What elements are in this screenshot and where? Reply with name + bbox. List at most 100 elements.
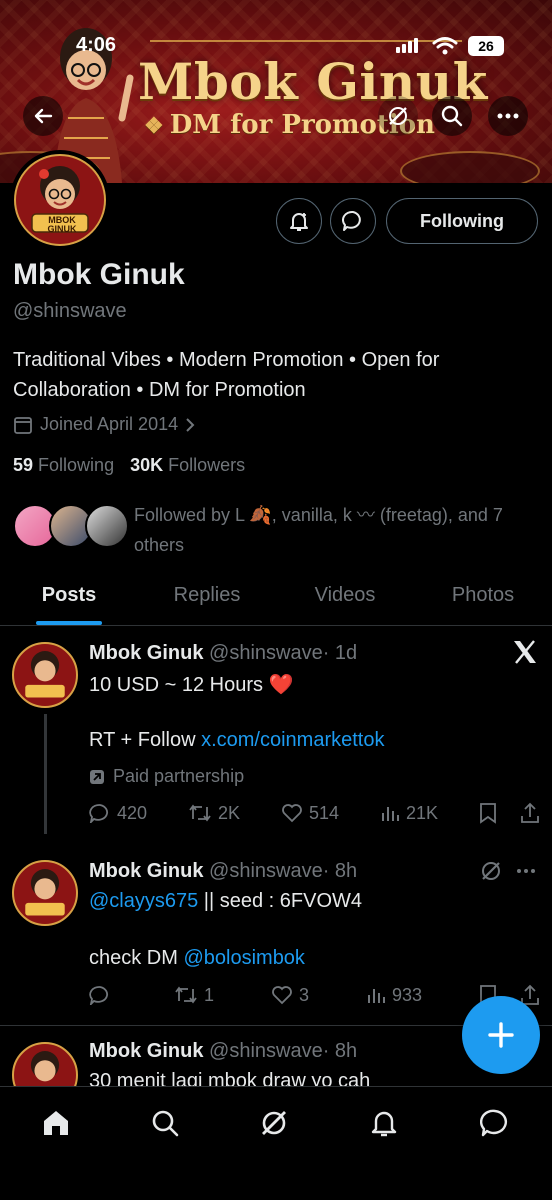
ornament-icon: ❖ (144, 113, 164, 139)
post-text-line: check DM @bolosimbok (89, 947, 305, 970)
followed-by-text: Followed by L 🍂, vanilla, k 〰 (freetag),… (134, 505, 503, 555)
bottom-navigation (0, 1086, 552, 1200)
post-time: · 8h (322, 860, 358, 882)
nav-notifications[interactable] (364, 1103, 404, 1143)
post-avatar[interactable] (12, 1042, 78, 1086)
status-time: 4:06 (76, 34, 117, 56)
followers-count-link[interactable]: 30K Followers (130, 455, 245, 476)
chat-bubble-icon (480, 1109, 507, 1137)
avatar-illustration (25, 651, 65, 698)
post-author-name[interactable]: Mbok Ginuk (89, 860, 203, 882)
chevron-right-icon (186, 417, 195, 432)
post-link[interactable]: x.com/coinmarkettok (201, 729, 384, 751)
heart-icon (282, 804, 302, 823)
joined-text: Joined April 2014 (40, 414, 179, 434)
post-text-line: 30 menit lagi mbok draw yo cah (89, 1070, 371, 1086)
paid-partnership-icon (90, 769, 104, 784)
tab-photos[interactable]: Photos (414, 570, 552, 625)
nav-home[interactable] (36, 1103, 76, 1143)
post-author-handle[interactable]: @shinswave (209, 1040, 323, 1062)
joined-date[interactable]: Joined April 2014 (13, 414, 195, 435)
grok-icon (389, 107, 407, 125)
repost-button[interactable]: 1 (174, 985, 214, 1006)
following-count: 59 (13, 455, 34, 475)
followers-count: 30K (130, 455, 164, 475)
post-header: Mbok Ginuk @shinswave· 8h (89, 1040, 357, 1063)
repost-button[interactable]: 2K (188, 803, 240, 824)
profile-avatar[interactable]: MBOK GINUK (10, 150, 110, 250)
paid-partnership-text: Paid partnership (113, 766, 245, 786)
post-item[interactable]: Mbok Ginuk @shinswave· 8h @clayys675 || … (0, 846, 552, 1026)
post-time: · 1d (322, 642, 358, 664)
avatar-illustration (30, 1051, 60, 1082)
search-icon (152, 1110, 179, 1137)
search-button[interactable] (432, 96, 472, 136)
repost-count: 1 (203, 984, 214, 1005)
nav-messages[interactable] (475, 1103, 515, 1143)
like-button[interactable]: 3 (271, 985, 309, 1006)
nav-search[interactable] (145, 1103, 185, 1143)
back-button[interactable] (23, 96, 63, 136)
post-avatar[interactable] (12, 860, 78, 926)
avatar (85, 504, 129, 548)
tab-replies[interactable]: Replies (138, 570, 276, 625)
battery-indicator: 26 (468, 36, 504, 56)
post-item[interactable]: Mbok Ginuk @shinswave· 1d 10 USD ~ 12 Ho… (0, 626, 552, 846)
bookmark-icon[interactable] (479, 802, 497, 824)
reply-count: 420 (117, 802, 148, 823)
more-icon[interactable] (516, 868, 536, 874)
compose-button[interactable] (462, 996, 540, 1074)
post-header: Mbok Ginuk @shinswave· 1d (89, 642, 357, 665)
message-button[interactable] (330, 198, 376, 244)
grok-icon[interactable] (480, 860, 502, 882)
profile-name: Mbok Ginuk (13, 258, 185, 291)
nav-grok[interactable] (254, 1103, 294, 1143)
profile-handle: @shinswave (13, 300, 127, 322)
banner-title: Mbok Ginuk (138, 52, 488, 111)
views-button[interactable]: 933 (366, 985, 422, 1006)
following-button[interactable]: Following (386, 198, 538, 244)
paid-partnership-label: Paid partnership (89, 766, 244, 787)
follow-counts: 59 Following 30K Followers (13, 455, 245, 476)
notifications-subscribe-button[interactable] (276, 198, 322, 244)
tab-posts[interactable]: Posts (0, 570, 138, 625)
mention-link[interactable]: @bolosimbok (183, 947, 304, 969)
like-button[interactable]: 514 (281, 803, 339, 824)
calendar-icon (14, 416, 32, 434)
post-text-prefix: check DM (89, 947, 184, 969)
reply-button[interactable] (89, 985, 117, 1005)
post-text-rest: || seed : 6FVOW4 (198, 890, 363, 912)
x-logo-icon[interactable] (512, 640, 538, 664)
bell-icon (371, 1111, 397, 1137)
grok-button[interactable] (378, 96, 418, 136)
following-count-link[interactable]: 59 Following (13, 455, 114, 476)
chat-bubble-icon (342, 210, 361, 231)
tab-videos[interactable]: Videos (276, 570, 414, 625)
repost-count: 2K (218, 802, 241, 823)
share-icon[interactable] (519, 802, 541, 824)
search-icon (441, 105, 463, 127)
post-author-handle[interactable]: @shinswave (209, 642, 323, 664)
thread-line (44, 714, 47, 834)
views-button[interactable]: 21K (380, 803, 438, 824)
more-icon (497, 113, 519, 119)
plus-icon (488, 1022, 514, 1048)
follower-avatars (13, 504, 133, 550)
repost-icon (175, 986, 197, 1004)
views-icon (367, 989, 385, 1003)
post-author-handle[interactable]: @shinswave (209, 860, 323, 882)
post-author-name[interactable]: Mbok Ginuk (89, 1040, 203, 1062)
like-count: 3 (298, 984, 309, 1005)
home-icon (44, 1111, 68, 1135)
reply-button[interactable]: 420 (89, 803, 147, 824)
grok-icon (262, 1111, 286, 1135)
post-actions: 1 3 933 (89, 980, 541, 1010)
mention-link[interactable]: @clayys675 (89, 890, 198, 912)
avatar-logo-text: MBOK GINUK (47, 215, 77, 234)
post-avatar[interactable] (12, 642, 78, 708)
post-text-line: 10 USD ~ 12 Hours ❤️ (89, 674, 294, 696)
post-author-name[interactable]: Mbok Ginuk (89, 642, 203, 664)
cloud-ornament (400, 151, 540, 183)
followed-by-row[interactable]: Followed by L 🍂, vanilla, k 〰 (freetag),… (13, 500, 543, 560)
more-button[interactable] (488, 96, 528, 136)
